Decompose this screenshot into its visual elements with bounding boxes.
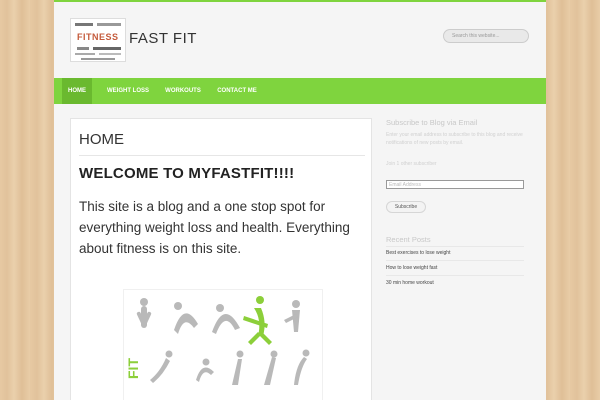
- fit-side-text: FIT: [125, 358, 141, 379]
- recent-post-link[interactable]: Best exercises to lose weight: [386, 250, 450, 256]
- nav-item-contact-me[interactable]: CONTACT ME: [210, 78, 264, 104]
- intro-paragraph: This site is a blog and a one stop spot …: [79, 199, 350, 256]
- yoga-figures-illustration: [136, 296, 310, 385]
- recent-post-link[interactable]: 30 min home workout: [386, 280, 434, 286]
- welcome-heading: WELCOME TO MYFASTFIT!!!!: [79, 165, 295, 182]
- subscriber-count: Join 1 other subscriber: [386, 161, 437, 167]
- subscribe-description: Enter your email address to subscribe to…: [386, 132, 523, 146]
- recent-posts-heading: Recent Posts: [386, 235, 431, 244]
- page-wrapper: FITNESS FAST FIT Search this website... …: [54, 0, 546, 400]
- subscribe-button[interactable]: Subscribe: [386, 201, 426, 213]
- email-field[interactable]: Email Address: [386, 180, 524, 189]
- fitness-poses-image: FIT: [123, 289, 323, 400]
- site-title[interactable]: FAST FIT: [129, 30, 197, 47]
- main-content: HOME WELCOME TO MYFASTFIT!!!! This site …: [70, 118, 372, 400]
- nav-item-home[interactable]: HOME: [62, 78, 92, 104]
- recent-divider: [386, 246, 524, 247]
- primary-nav: HOME WEIGHT LOSS WORKOUTS CONTACT ME: [54, 78, 546, 104]
- page-title: HOME: [79, 131, 124, 148]
- recent-post-link[interactable]: How to lose weight fast: [386, 265, 437, 271]
- nav-item-workouts[interactable]: WORKOUTS: [158, 78, 208, 104]
- title-divider: [79, 155, 365, 156]
- recent-divider: [386, 275, 524, 276]
- sidebar: Subscribe to Blog via Email Enter your e…: [386, 118, 534, 400]
- recent-divider: [386, 260, 524, 261]
- subscribe-heading: Subscribe to Blog via Email: [386, 118, 478, 127]
- site-header: FITNESS FAST FIT Search this website...: [54, 2, 546, 78]
- nav-item-weight-loss[interactable]: WEIGHT LOSS: [98, 78, 158, 104]
- logo-word: FITNESS: [77, 32, 119, 42]
- site-logo[interactable]: FITNESS: [70, 18, 126, 62]
- search-input[interactable]: Search this website...: [443, 29, 529, 43]
